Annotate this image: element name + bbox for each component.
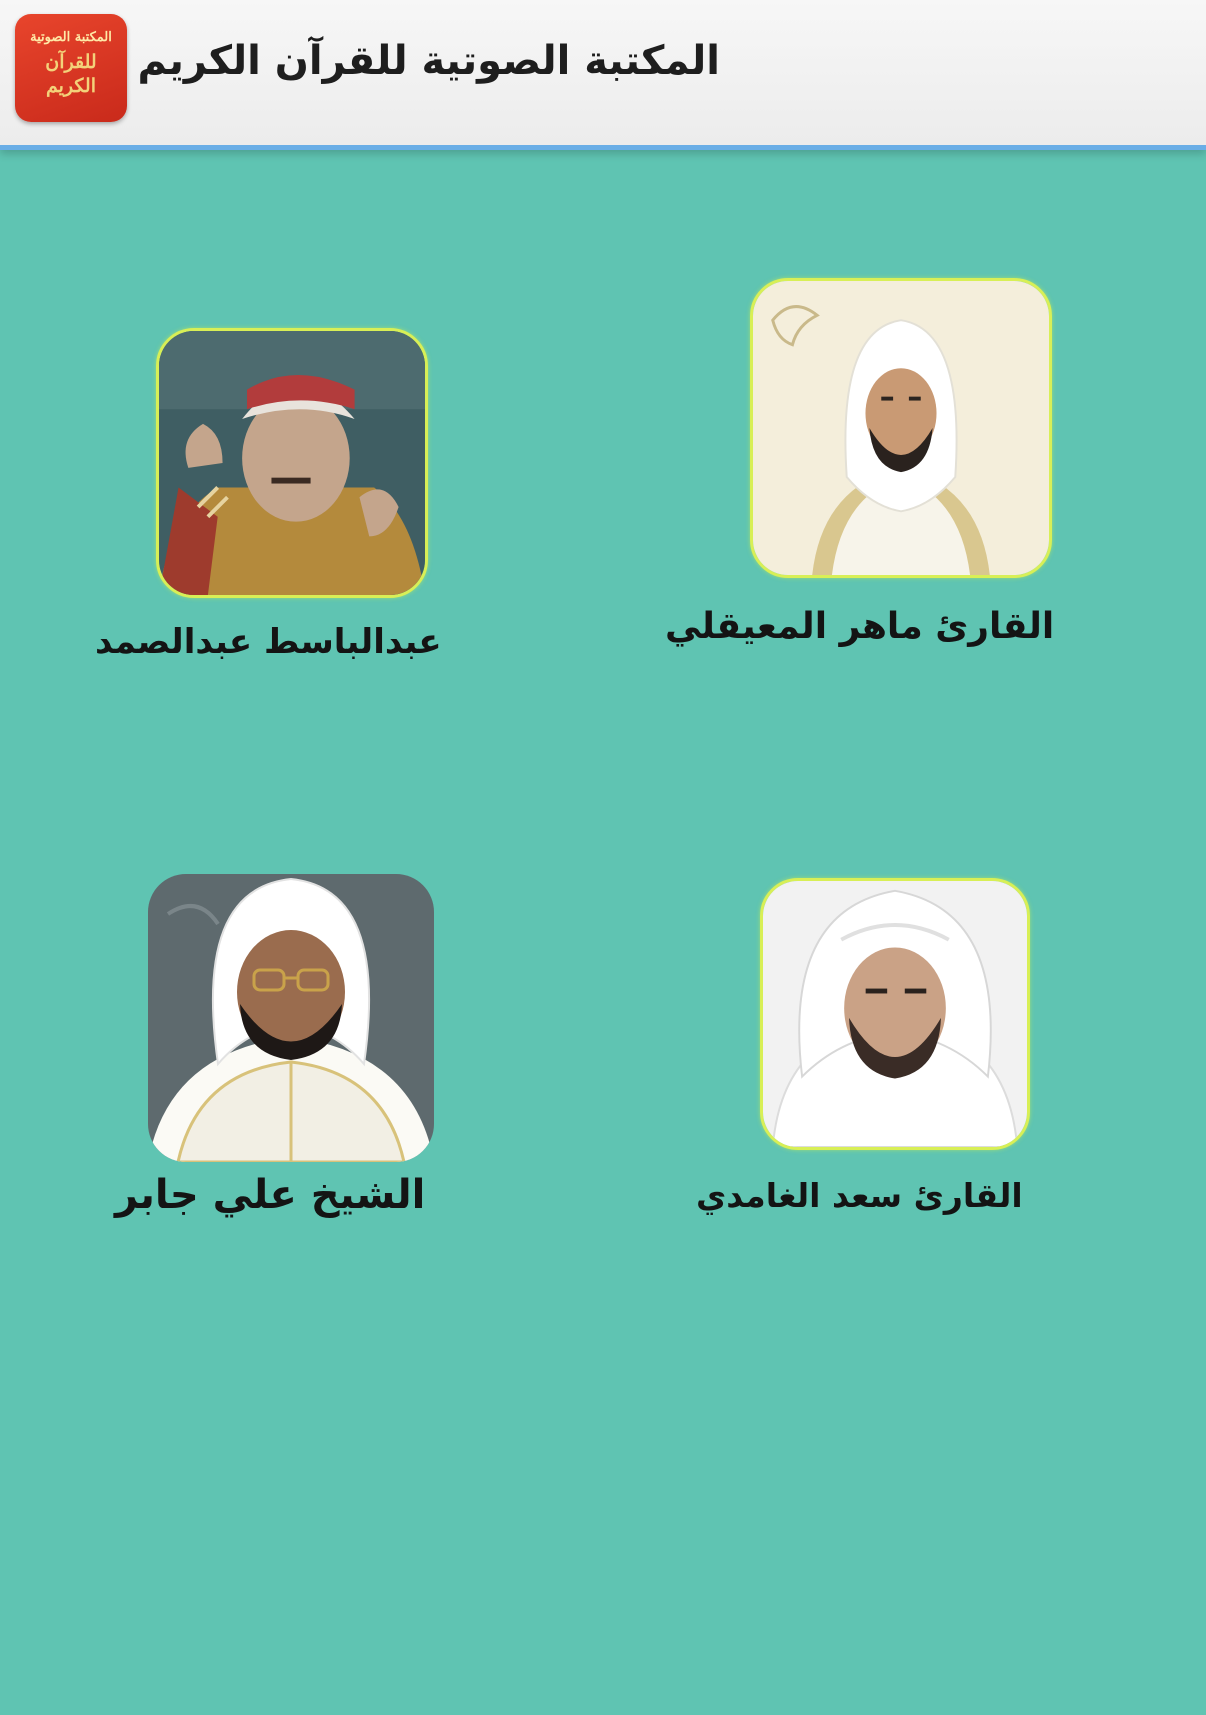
app-logo-line-3: الكريم [46,75,96,97]
app-title: المكتبة الصوتية للقرآن الكريم [137,38,720,84]
app-bar: المكتبة الصوتية للقرآن الكريم المكتبة ال… [0,0,1206,150]
saad-alghamdi-avatar[interactable] [760,878,1030,1150]
ali-jaber-name: الشيخ علي جابر [115,1172,426,1218]
app-logo-line-1: المكتبة الصوتية [30,30,112,45]
app-logo[interactable]: المكتبة الصوتية للقرآن الكريم [15,14,127,122]
app-logo-line-2: للقرآن [45,51,97,73]
abdulbasit-avatar[interactable] [156,328,428,598]
saad-alghamdi-name: القارئ سعد الغامدي [696,1176,1023,1215]
maher-almuaiqly-avatar[interactable] [750,278,1052,578]
maher-almuaiqly-name: القارئ ماهر المعيقلي [665,606,1055,647]
ali-jaber-avatar[interactable] [148,874,434,1162]
abdulbasit-name: عبدالباسط عبدالصمد [95,622,442,662]
